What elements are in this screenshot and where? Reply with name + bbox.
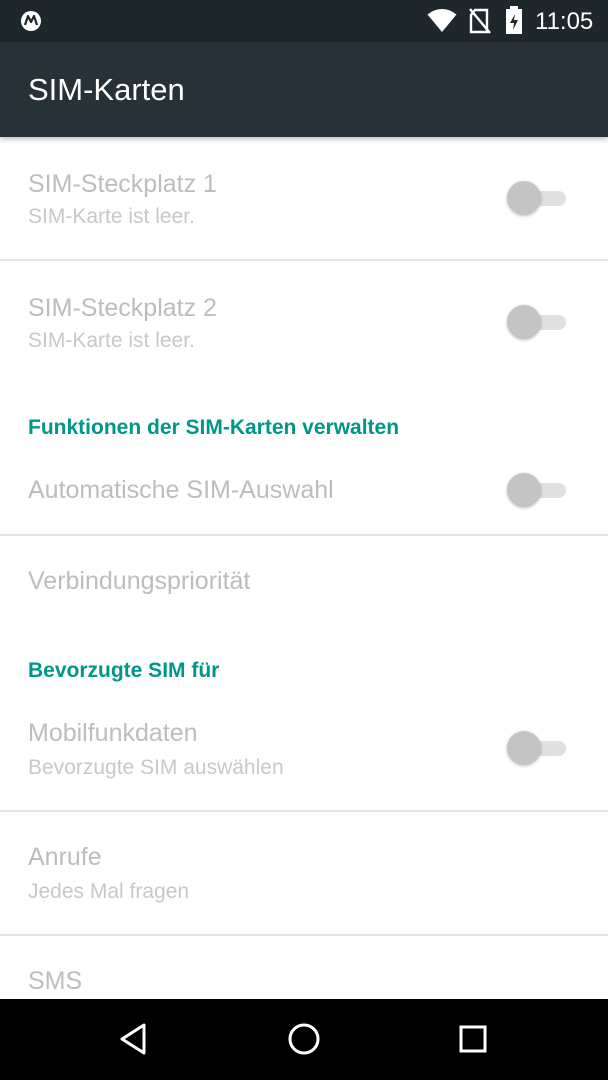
home-icon[interactable] [283,1018,325,1060]
sim-slot-2-toggle[interactable] [506,304,568,340]
toggle-thumb [507,305,541,339]
auto-sim-select-title: Automatische SIM-Auswahl [28,476,334,504]
sim-slot-2-title: SIM-Steckplatz 2 [28,294,217,322]
calls-title: Anrufe [28,843,102,871]
connection-priority-row[interactable]: Verbindungspriorität [0,536,608,631]
sim-slot-2-row[interactable]: SIM-Steckplatz 2 SIM-Karte ist leer. [0,261,608,383]
toggle-thumb [507,181,541,215]
sms-row[interactable]: SMS [0,936,608,999]
toggle-thumb [507,473,541,507]
back-icon[interactable] [114,1018,156,1060]
calls-summary: Jedes Mal fragen [28,880,190,903]
status-bar: 11:05 [0,0,608,42]
section-header-manage: Funktionen der SIM-Karten verwalten [28,416,400,439]
sim-slot-1-title: SIM-Steckplatz 1 [28,170,217,198]
auto-sim-select-toggle[interactable] [506,472,568,508]
page-title: SIM-Karten [28,72,185,107]
sim-slot-1-toggle[interactable] [506,180,568,216]
mobile-data-toggle[interactable] [506,730,568,766]
sim-slot-1-summary: SIM-Karte ist leer. [28,205,195,228]
motorola-logo-icon [21,11,41,31]
battery-icon [506,6,522,34]
sim-slot-2-summary: SIM-Karte ist leer. [28,329,195,352]
mobile-data-title: Mobilfunkdaten [28,719,198,747]
recents-icon[interactable] [452,1018,494,1060]
status-time: 11:05 [535,8,594,35]
no-sim-icon [469,8,491,34]
toggle-thumb [507,731,541,765]
app-bar: SIM-Karten [0,42,608,137]
mobile-data-row[interactable]: Mobilfunkdaten Bevorzugte SIM auswählen [0,687,608,810]
connection-priority-title: Verbindungspriorität [28,567,251,595]
calls-row[interactable]: Anrufe Jedes Mal fragen [0,812,608,934]
auto-sim-select-row[interactable]: Automatische SIM-Auswahl [0,452,608,534]
sim-slot-1-row[interactable]: SIM-Steckplatz 1 SIM-Karte ist leer. [0,137,608,259]
settings-list[interactable]: SIM-Steckplatz 1 SIM-Karte ist leer. SIM… [0,137,608,999]
navigation-bar [0,999,608,1080]
section-header-preferred: Bevorzugte SIM für [28,659,220,682]
mobile-data-summary: Bevorzugte SIM auswählen [28,756,284,779]
wifi-icon [427,9,457,32]
sms-title: SMS [28,967,83,995]
